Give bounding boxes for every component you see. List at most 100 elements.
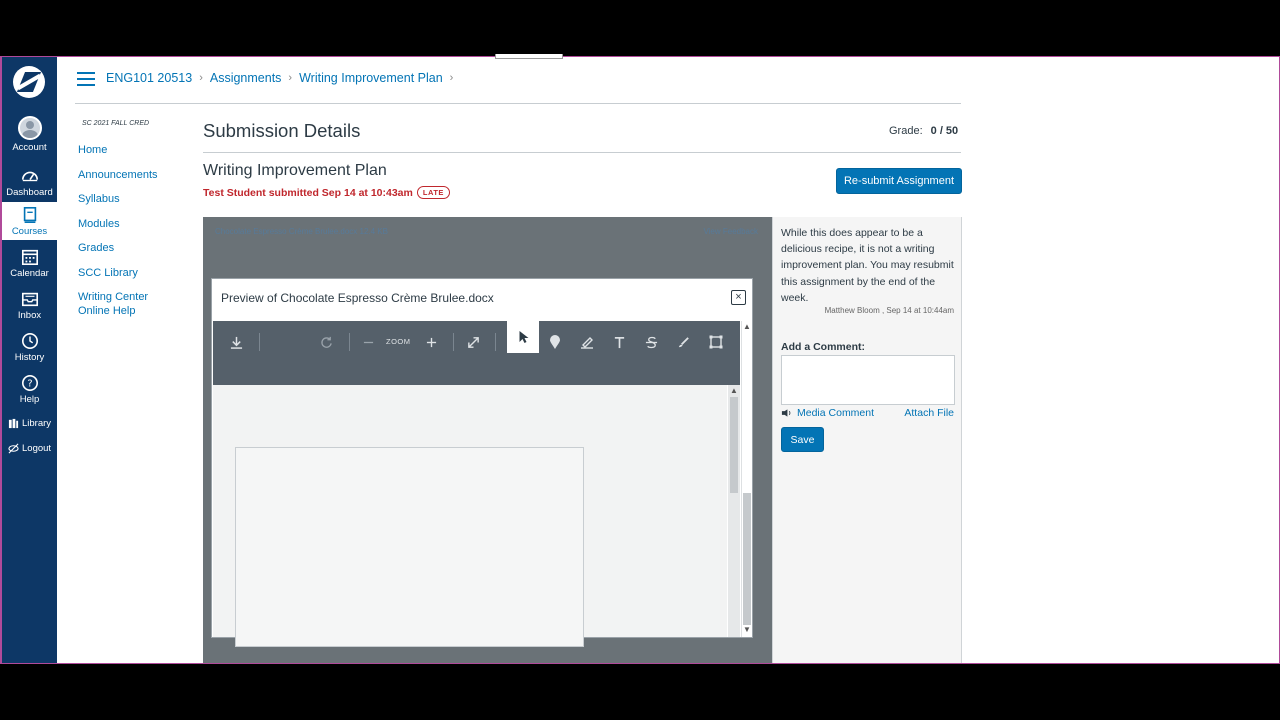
comment-textarea[interactable] [781, 355, 955, 405]
toolbar-separator [259, 333, 260, 351]
scroll-up-icon[interactable]: ▲ [730, 386, 738, 395]
pointer-tool-icon[interactable] [507, 321, 539, 353]
point-annotation-icon[interactable] [540, 327, 570, 357]
breadcrumb: ENG101 20513 › Assignments › Writing Imp… [106, 71, 453, 85]
svg-text:?: ? [27, 379, 32, 390]
highlight-icon[interactable] [572, 327, 602, 357]
global-nav-label: Account [12, 142, 47, 153]
global-nav-dashboard[interactable]: Dashboard [2, 167, 57, 198]
text-tool-icon[interactable] [604, 327, 634, 357]
help-icon: ? [21, 374, 38, 392]
term-label: SC 2021 FALL CRED [82, 120, 150, 127]
rotate-icon[interactable] [311, 327, 341, 357]
global-nav-help[interactable]: ? Help [2, 374, 57, 405]
browser-viewport: Account Dashboard Courses Calendar Inbox… [0, 56, 1280, 664]
media-comment-link[interactable]: Media Comment [781, 407, 874, 419]
dashboard-icon [21, 171, 38, 182]
speaker-icon [781, 409, 791, 417]
annotation-toolbar: ZOOM [213, 321, 740, 385]
media-comment-label: Media Comment [797, 407, 875, 419]
grade-label: Grade: [889, 125, 923, 137]
course-nav-home[interactable]: Home [78, 143, 188, 157]
global-nav-inbox[interactable]: Inbox [2, 290, 57, 321]
close-icon[interactable]: × [731, 290, 746, 305]
chevron-right-icon: › [288, 72, 293, 84]
calendar-icon [21, 249, 38, 266]
scroll-down-icon[interactable]: ▼ [743, 625, 751, 634]
inbox-icon [21, 292, 38, 307]
course-nav: Home Announcements Syllabus Modules Grad… [78, 143, 188, 329]
scroll-up-icon[interactable]: ▲ [743, 322, 751, 331]
fullscreen-icon[interactable] [458, 327, 488, 357]
comments-panel: While this does appear to be a delicious… [772, 217, 962, 663]
document-scrollbar[interactable]: ▲ [728, 385, 740, 637]
save-comment-button[interactable]: Save [781, 427, 824, 452]
global-nav-account[interactable]: Account [2, 116, 57, 153]
global-nav: Account Dashboard Courses Calendar Inbox… [2, 57, 57, 663]
course-nav-scc-library[interactable]: SCC Library [78, 266, 188, 280]
breadcrumb-assignments[interactable]: Assignments [210, 71, 282, 85]
chevron-right-icon: › [449, 72, 454, 84]
hamburger-menu-icon[interactable] [77, 72, 95, 86]
chevron-right-icon: › [199, 72, 203, 84]
assignment-name: Writing Improvement Plan [203, 162, 387, 179]
comment-meta: Matthew Bloom , Sep 14 at 10:44am [824, 306, 954, 315]
zoom-out-icon[interactable] [353, 327, 383, 357]
toolbar-separator [495, 333, 496, 351]
global-nav-history[interactable]: History [2, 332, 57, 363]
zoom-in-icon[interactable] [416, 327, 446, 357]
preview-dialog: Preview of Chocolate Espresso Crème Brul… [211, 278, 753, 647]
resubmit-assignment-button[interactable]: Re-submit Assignment [836, 168, 962, 194]
breadcrumb-course[interactable]: ENG101 20513 [106, 71, 192, 85]
toolbar-separator [453, 333, 454, 351]
divider [75, 103, 961, 104]
course-nav-modules[interactable]: Modules [78, 217, 188, 231]
library-icon [8, 418, 19, 429]
zoom-label: ZOOM [386, 337, 411, 346]
breadcrumb-assignment[interactable]: Writing Improvement Plan [299, 71, 443, 85]
comment-text: While this does appear to be a delicious… [781, 227, 954, 304]
submission-status: Test Student submitted Sep 14 at 10:43am… [203, 186, 450, 199]
course-nav-syllabus[interactable]: Syllabus [78, 192, 188, 206]
scrollbar-thumb[interactable] [730, 397, 738, 493]
submitted-text: Test Student submitted Sep 14 at 10:43am [203, 186, 413, 199]
dialog-scrollbar[interactable]: ▲ ▼ [741, 321, 752, 637]
logout-icon [8, 443, 19, 454]
document-viewer[interactable] [213, 385, 727, 647]
global-nav-calendar[interactable]: Calendar [2, 248, 57, 279]
courses-icon [23, 206, 36, 224]
library-label: Library [22, 418, 52, 429]
global-nav-logout[interactable]: Logout [8, 443, 51, 454]
scrollbar-thumb[interactable] [743, 493, 751, 625]
dialog-title: Preview of Chocolate Espresso Crème Brul… [221, 291, 494, 305]
view-feedback-link: View Feedback [703, 227, 758, 236]
file-link: Chocolate Espresso Crème Brulee.docx 12.… [215, 227, 388, 236]
strikethrough-icon[interactable] [636, 327, 666, 357]
late-badge: LATE [416, 186, 450, 199]
logout-label: Logout [22, 443, 52, 454]
course-nav-writing-center[interactable]: Writing Center Online Help [78, 290, 160, 318]
divider [203, 152, 961, 153]
global-nav-courses[interactable]: Courses [2, 202, 57, 240]
global-nav-label: Courses [11, 226, 48, 237]
global-nav-label: Help [19, 394, 40, 405]
freehand-draw-icon[interactable] [668, 327, 698, 357]
grade-value: 0 / 50 [930, 125, 959, 137]
global-nav-label: History [14, 352, 45, 363]
page-title: Submission Details [203, 120, 361, 141]
institution-logo[interactable] [13, 66, 45, 98]
global-nav-label: Dashboard [6, 187, 53, 198]
document-page [235, 447, 584, 647]
attach-file-link[interactable]: Attach File [904, 407, 954, 419]
course-nav-announcements[interactable]: Announcements [78, 168, 188, 182]
account-icon [17, 116, 42, 140]
global-nav-label: Calendar [10, 268, 49, 279]
global-nav-label: Inbox [17, 310, 42, 321]
grade-display: Grade: 0 / 50 [889, 125, 958, 137]
course-nav-grades[interactable]: Grades [78, 241, 188, 255]
area-select-icon[interactable] [701, 327, 731, 357]
toolbar-separator [349, 333, 350, 351]
download-icon[interactable] [221, 327, 251, 357]
browser-tab-handle [495, 54, 563, 59]
global-nav-library[interactable]: Library [8, 418, 51, 429]
